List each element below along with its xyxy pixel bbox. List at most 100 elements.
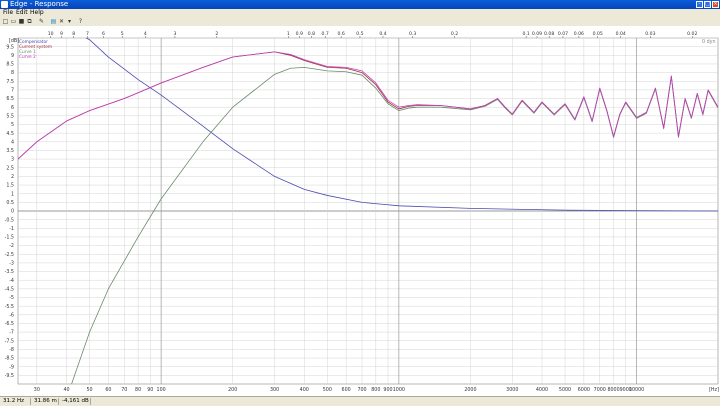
y-tick-label: 6 bbox=[11, 105, 14, 111]
x-tick-label: 200 bbox=[228, 387, 237, 393]
y-tick-label: -8 bbox=[9, 347, 14, 353]
x-tick-label: 30 bbox=[34, 387, 40, 393]
close-icon[interactable]: ✕ bbox=[58, 18, 65, 25]
window-icon[interactable]: ▤ bbox=[50, 18, 57, 25]
top-tick-label: 3 bbox=[173, 31, 176, 37]
menu-help[interactable]: Help bbox=[30, 9, 44, 17]
top-tick-label: 0.08 bbox=[544, 31, 554, 37]
response-plot[interactable]: 10 9 8 7 6 5 4 3 2 1 0.9 0.8 0.7 0.6 0.5 0.4 0.3 0.2 0.1 0.… bbox=[0, 26, 720, 396]
top-tick-label: 0.05 bbox=[593, 31, 603, 37]
series-compensator bbox=[85, 38, 718, 212]
x-tick-label: 8000 bbox=[607, 387, 619, 393]
top-tick-label: 9 bbox=[60, 31, 63, 37]
legend-entry: Curve 2 bbox=[19, 54, 36, 60]
open-icon[interactable]: ▭ bbox=[10, 18, 17, 25]
new-icon[interactable]: □ bbox=[2, 18, 9, 25]
x-tick-label: 3000 bbox=[506, 387, 518, 393]
x-tick-label: 90 bbox=[147, 387, 153, 393]
top-tick-label: 0.5 bbox=[356, 31, 363, 37]
x-tick-label: 2000 bbox=[464, 387, 476, 393]
y-tick-label: -5 bbox=[9, 295, 14, 301]
top-tick-label: 0.6 bbox=[337, 31, 344, 37]
x-tick-label: 70 bbox=[121, 387, 127, 393]
y-tick-label: -2 bbox=[9, 243, 14, 249]
top-tick-label: 6 bbox=[102, 31, 105, 37]
dropdown-icon[interactable]: ▾ bbox=[66, 18, 73, 25]
y-tick-label: 8.5 bbox=[6, 62, 14, 68]
y-tick-label: 6.5 bbox=[6, 96, 14, 102]
copy-icon[interactable]: ⧉ bbox=[26, 18, 33, 25]
y-tick-label: 0 bbox=[11, 209, 14, 215]
y-tick-label: 5.5 bbox=[6, 113, 14, 119]
x-tick-label: 40 bbox=[63, 387, 69, 393]
top-axis: 10 9 8 7 6 5 4 3 2 1 0.9 0.8 0.7 0.6 0.5 0.4 0.3 0.2 0.1 0.… bbox=[48, 31, 697, 38]
top-tick-label: 0.3 bbox=[409, 31, 416, 37]
status-wavelength: 31.86 m bbox=[34, 398, 57, 404]
top-tick-label: 0.06 bbox=[574, 31, 584, 37]
series-curve-1 bbox=[71, 67, 718, 384]
top-tick-label: 0.2 bbox=[451, 31, 458, 37]
x-tick-label: 4000 bbox=[536, 387, 548, 393]
y-tick-label: -9.5 bbox=[5, 373, 14, 379]
menu-bar: File Edit Help bbox=[0, 9, 720, 17]
y-tick-label: -4 bbox=[9, 278, 14, 284]
y-tick-label: 4.5 bbox=[6, 131, 14, 137]
y-tick-label: 9.5 bbox=[6, 44, 14, 50]
y-tick-label: 4 bbox=[11, 139, 14, 145]
y-tick-label: 5 bbox=[11, 122, 14, 128]
x-tick-label: 300 bbox=[270, 387, 279, 393]
app-icon bbox=[1, 1, 8, 8]
menu-file[interactable]: File bbox=[3, 9, 13, 17]
x-tick-label: 400 bbox=[300, 387, 309, 393]
x-tick-label: 900 bbox=[383, 387, 392, 393]
y-tick-label: -7 bbox=[9, 330, 14, 336]
y-tick-label: -0.5 bbox=[5, 217, 14, 223]
y-axis: 9.5 9 8.5 8 7.5 7 6.5 6 5.5 5 4.5 4 3.5 3 2.5 2 1.5 1 0.5 0… bbox=[5, 44, 14, 379]
y-tick-label: 2.5 bbox=[6, 165, 14, 171]
close-window-button[interactable]: × bbox=[712, 1, 719, 8]
y-tick-label: -8.5 bbox=[5, 356, 14, 362]
y-tick-label: -1 bbox=[9, 226, 14, 232]
x-tick-label: 700 bbox=[357, 387, 366, 393]
x-axis: 30 40 50 60 70 80 90 100 200 300 400 500 600 700 800 90… bbox=[34, 387, 719, 393]
top-tick-label: 0.9 bbox=[296, 31, 303, 37]
menu-edit[interactable]: Edit bbox=[16, 9, 28, 17]
y-tick-label: 3 bbox=[11, 157, 14, 163]
x-tick-label: 100 bbox=[157, 387, 166, 393]
response-chart[interactable]: 10 9 8 7 6 5 4 3 2 1 0.9 0.8 0.7 0.6 0.5 0.4 0.3 0.2 0.1 0.… bbox=[0, 26, 720, 396]
top-tick-label: 10 bbox=[48, 31, 54, 37]
x-tick-label: 10000 bbox=[629, 387, 644, 393]
y-tick-label: 0.5 bbox=[6, 200, 14, 206]
top-tick-label: 7 bbox=[86, 31, 89, 37]
window-title: Edge - Response bbox=[10, 0, 69, 8]
measure-icon[interactable]: ✎ bbox=[38, 18, 45, 25]
y-tick-label: 3.5 bbox=[6, 148, 14, 154]
maximize-button[interactable]: □ bbox=[704, 1, 711, 8]
x-tick-label: 5000 bbox=[559, 387, 571, 393]
y-tick-label: 8 bbox=[11, 70, 14, 76]
title-bar: Edge - Response – □ × bbox=[0, 0, 720, 9]
minimize-button[interactable]: – bbox=[696, 1, 703, 8]
x-tick-label: 800 bbox=[371, 387, 380, 393]
help-icon[interactable]: ? bbox=[77, 18, 84, 25]
top-tick-label: 5 bbox=[121, 31, 124, 37]
x-tick-label: 7000 bbox=[594, 387, 606, 393]
y-tick-label: -5.5 bbox=[5, 304, 14, 310]
y-tick-label: -3.5 bbox=[5, 269, 14, 275]
x-tick-label: 80 bbox=[135, 387, 141, 393]
x-tick-label: 60 bbox=[105, 387, 111, 393]
y-tick-label: 1 bbox=[11, 191, 14, 197]
top-tick-label: 2 bbox=[215, 31, 218, 37]
y-tick-label: -2.5 bbox=[5, 252, 14, 258]
save-icon[interactable]: ■ bbox=[18, 18, 25, 25]
top-tick-label: 0.1 bbox=[522, 31, 529, 37]
x-tick-label: [Hz] bbox=[709, 387, 719, 393]
top-tick-label: 0.04 bbox=[616, 31, 626, 37]
top-tick-label: 0.03 bbox=[645, 31, 655, 37]
x-tick-label: 600 bbox=[342, 387, 351, 393]
top-tick-label: 0.07 bbox=[558, 31, 568, 37]
y-tick-label: 2 bbox=[11, 174, 14, 180]
y-tick-label: -6 bbox=[9, 312, 14, 318]
y-tick-label: -3 bbox=[9, 261, 14, 267]
status-frequency: 31.2 Hz bbox=[3, 398, 25, 404]
